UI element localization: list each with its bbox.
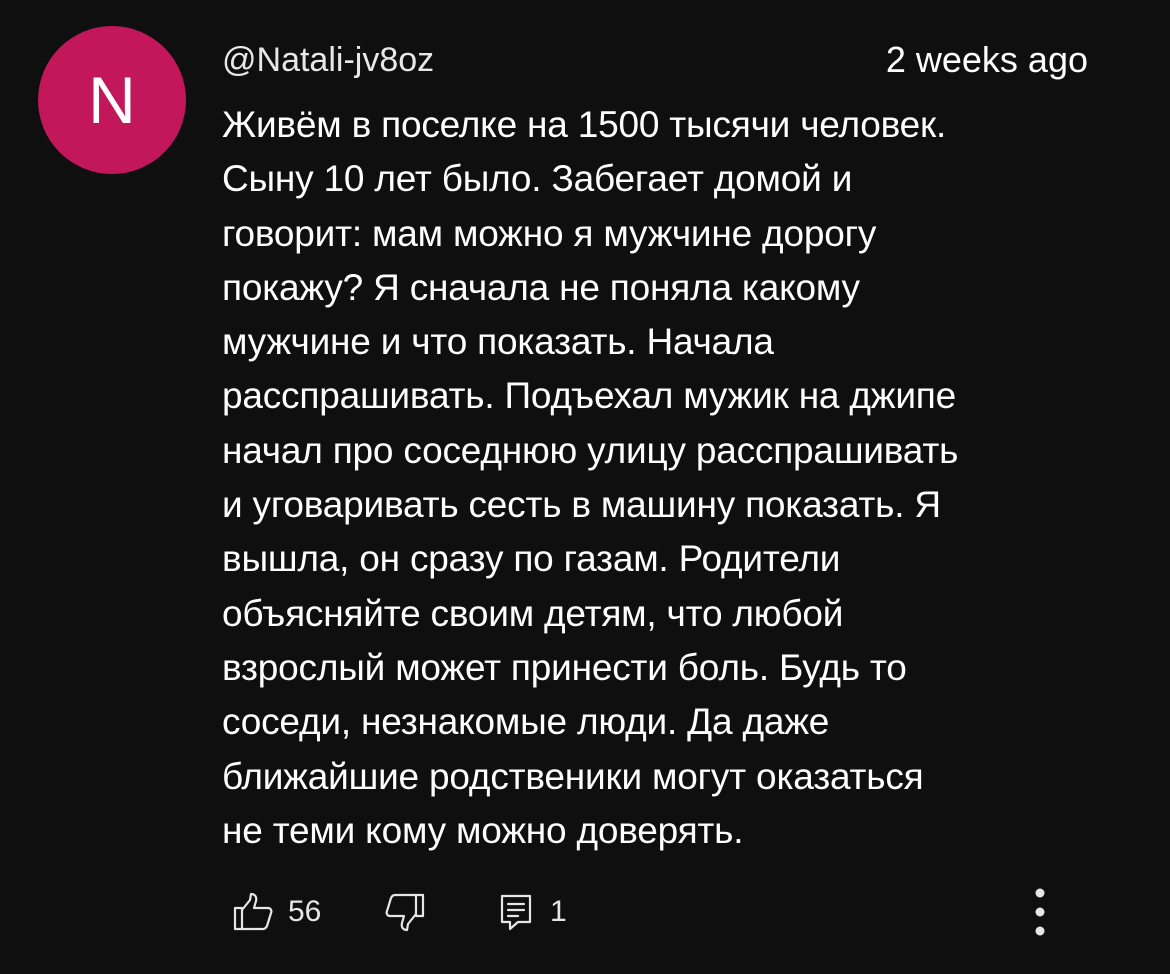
reply-icon: [496, 891, 536, 933]
dislike-button[interactable]: [384, 880, 426, 944]
author-handle[interactable]: @Natali-jv8oz: [222, 38, 434, 82]
thumbs-down-icon: [384, 891, 426, 933]
reply-count: 1: [550, 895, 567, 928]
more-options-button[interactable]: [1020, 880, 1060, 944]
avatar-letter: N: [88, 63, 136, 137]
reply-button[interactable]: 1: [496, 880, 567, 944]
more-vert-icon: [1033, 886, 1047, 938]
comment-actions: 56 1: [0, 880, 1170, 944]
comment-text: Живём в поселке на 1500 тысячи человек. …: [222, 104, 959, 851]
avatar[interactable]: N: [38, 26, 186, 174]
like-button[interactable]: 56: [232, 880, 321, 944]
comment-card: N @Natali-jv8oz 2 weeks ago Живём в посе…: [0, 0, 1170, 974]
thumbs-up-icon: [232, 891, 274, 933]
comment-timestamp: 2 weeks ago: [885, 39, 1088, 80]
like-count: 56: [288, 895, 322, 928]
